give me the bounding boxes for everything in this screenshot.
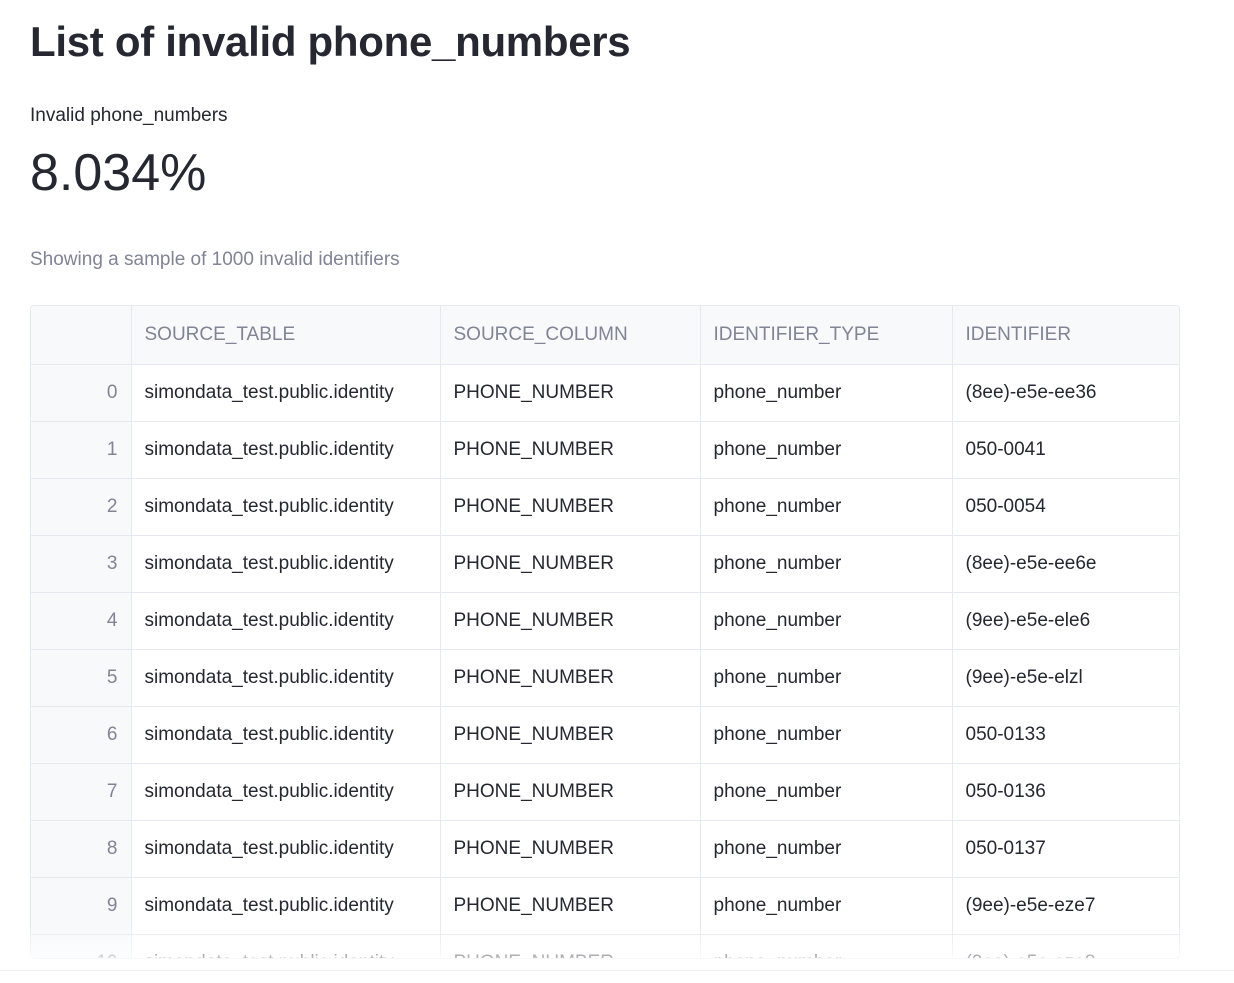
- cell-source-table[interactable]: simondata_test.public.identity: [131, 649, 441, 707]
- cell-identifier-type[interactable]: phone_number: [700, 364, 953, 422]
- metric-label: Invalid phone_numbers: [30, 105, 228, 126]
- table-header-row: SOURCE_TABLE SOURCE_COLUMN IDENTIFIER_TY…: [31, 306, 1179, 365]
- row-index: 1: [31, 421, 132, 479]
- cell-identifier[interactable]: (9ee)-e5e-eze8: [952, 934, 1179, 958]
- bottom-edge: [0, 970, 1234, 983]
- table-row: 2 simondata_test.public.identity PHONE_N…: [31, 478, 1179, 536]
- cell-source-column[interactable]: PHONE_NUMBER: [440, 763, 701, 821]
- table-row: 9 simondata_test.public.identity PHONE_N…: [31, 877, 1179, 935]
- cell-identifier[interactable]: (9ee)-e5e-ele6: [952, 592, 1179, 650]
- cell-identifier-type[interactable]: phone_number: [700, 649, 953, 707]
- cell-identifier[interactable]: 050-0133: [952, 706, 1179, 764]
- cell-source-table[interactable]: simondata_test.public.identity: [131, 592, 441, 650]
- cell-identifier-type[interactable]: phone_number: [700, 763, 953, 821]
- cell-source-column[interactable]: PHONE_NUMBER: [440, 820, 701, 878]
- table-row-partial: 10 simondata_test.public.identity PHONE_…: [31, 934, 1179, 958]
- cell-identifier-type[interactable]: phone_number: [700, 535, 953, 593]
- cell-identifier-type[interactable]: phone_number: [700, 421, 953, 479]
- cell-identifier-type[interactable]: phone_number: [700, 592, 953, 650]
- index-column-header: [31, 306, 132, 365]
- cell-identifier[interactable]: 050-0136: [952, 763, 1179, 821]
- cell-source-column[interactable]: PHONE_NUMBER: [440, 592, 701, 650]
- row-index: 5: [31, 649, 132, 707]
- row-index: 10: [31, 934, 132, 958]
- cell-identifier[interactable]: 050-0137: [952, 820, 1179, 878]
- table-row: 8 simondata_test.public.identity PHONE_N…: [31, 820, 1179, 878]
- cell-source-column[interactable]: PHONE_NUMBER: [440, 535, 701, 593]
- row-index: 3: [31, 535, 132, 593]
- cell-source-column[interactable]: PHONE_NUMBER: [440, 421, 701, 479]
- cell-source-table[interactable]: simondata_test.public.identity: [131, 763, 441, 821]
- cell-source-table[interactable]: simondata_test.public.identity: [131, 934, 441, 958]
- cell-source-column[interactable]: PHONE_NUMBER: [440, 877, 701, 935]
- table-row: 6 simondata_test.public.identity PHONE_N…: [31, 706, 1179, 764]
- table-row: 3 simondata_test.public.identity PHONE_N…: [31, 535, 1179, 593]
- data-grid[interactable]: SOURCE_TABLE SOURCE_COLUMN IDENTIFIER_TY…: [31, 306, 1179, 958]
- cell-source-table[interactable]: simondata_test.public.identity: [131, 820, 441, 878]
- cell-identifier[interactable]: 050-0041: [952, 421, 1179, 479]
- cell-source-column[interactable]: PHONE_NUMBER: [440, 649, 701, 707]
- cell-identifier-type[interactable]: phone_number: [700, 706, 953, 764]
- cell-source-column[interactable]: PHONE_NUMBER: [440, 478, 701, 536]
- column-header-identifier-type[interactable]: IDENTIFIER_TYPE: [700, 306, 953, 365]
- table-row: 0 simondata_test.public.identity PHONE_N…: [31, 364, 1179, 422]
- row-index: 9: [31, 877, 132, 935]
- cell-source-table[interactable]: simondata_test.public.identity: [131, 364, 441, 422]
- cell-identifier-type[interactable]: phone_number: [700, 934, 953, 958]
- cell-identifier-type[interactable]: phone_number: [700, 877, 953, 935]
- row-index: 7: [31, 763, 132, 821]
- cell-identifier[interactable]: (8ee)-e5e-ee6e: [952, 535, 1179, 593]
- table-row: 1 simondata_test.public.identity PHONE_N…: [31, 421, 1179, 479]
- row-index: 8: [31, 820, 132, 878]
- row-index: 6: [31, 706, 132, 764]
- cell-source-table[interactable]: simondata_test.public.identity: [131, 535, 441, 593]
- table-row: 4 simondata_test.public.identity PHONE_N…: [31, 592, 1179, 650]
- cell-source-column[interactable]: PHONE_NUMBER: [440, 706, 701, 764]
- cell-identifier-type[interactable]: phone_number: [700, 478, 953, 536]
- cell-identifier-type[interactable]: phone_number: [700, 820, 953, 878]
- column-header-source-column[interactable]: SOURCE_COLUMN: [440, 306, 701, 365]
- metric-value: 8.034%: [30, 144, 207, 202]
- column-header-source-table[interactable]: SOURCE_TABLE: [131, 306, 441, 365]
- row-index: 4: [31, 592, 132, 650]
- cell-source-table[interactable]: simondata_test.public.identity: [131, 421, 441, 479]
- row-index: 0: [31, 364, 132, 422]
- cell-source-table[interactable]: simondata_test.public.identity: [131, 706, 441, 764]
- table-row: 7 simondata_test.public.identity PHONE_N…: [31, 763, 1179, 821]
- cell-identifier[interactable]: (9ee)-e5e-eze7: [952, 877, 1179, 935]
- row-index: 2: [31, 478, 132, 536]
- cell-source-table[interactable]: simondata_test.public.identity: [131, 877, 441, 935]
- cell-source-table[interactable]: simondata_test.public.identity: [131, 478, 441, 536]
- cell-identifier[interactable]: (8ee)-e5e-ee36: [952, 364, 1179, 422]
- cell-identifier[interactable]: (9ee)-e5e-elzl: [952, 649, 1179, 707]
- cell-source-column[interactable]: PHONE_NUMBER: [440, 364, 701, 422]
- invalid-identifiers-table[interactable]: SOURCE_TABLE SOURCE_COLUMN IDENTIFIER_TY…: [30, 305, 1180, 959]
- page-title: List of invalid phone_numbers: [30, 18, 631, 65]
- table-row: 5 simondata_test.public.identity PHONE_N…: [31, 649, 1179, 707]
- sample-caption: Showing a sample of 1000 invalid identif…: [30, 249, 400, 270]
- cell-source-column[interactable]: PHONE_NUMBER: [440, 934, 701, 958]
- cell-identifier[interactable]: 050-0054: [952, 478, 1179, 536]
- column-header-identifier[interactable]: IDENTIFIER: [952, 306, 1179, 365]
